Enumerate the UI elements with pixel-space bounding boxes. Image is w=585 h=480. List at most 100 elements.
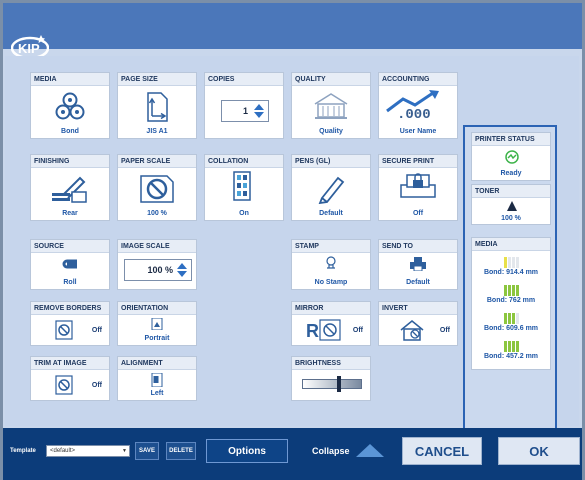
toner-value: 100 % <box>501 215 521 222</box>
media-title: MEDIA <box>31 73 109 86</box>
save-button[interactable]: SAVE <box>135 442 159 460</box>
secure-print-title: SECURE PRINT <box>379 155 457 168</box>
orientation-value: Portrait <box>144 335 170 342</box>
media-roll-label: Bond: 762 mm <box>486 297 536 304</box>
remove-borders-title: REMOVE BORDERS <box>31 302 109 315</box>
invert-title: INVERT <box>379 302 457 315</box>
image-scale-value: 100 % <box>147 265 173 275</box>
pens-card[interactable]: PENS (GL) Default <box>291 154 371 221</box>
quality-card[interactable]: QUALITY Quality <box>291 72 371 139</box>
accounting-card[interactable]: ACCOUNTING .000 User Name <box>378 72 458 139</box>
source-card[interactable]: SOURCE Roll <box>30 239 110 290</box>
no-borders-icon <box>55 320 73 340</box>
collapse-up-icon[interactable] <box>354 442 386 459</box>
level-bar <box>503 341 507 352</box>
ready-icon <box>505 150 519 164</box>
collation-card[interactable]: COLLATION On <box>204 154 284 221</box>
secure-printer-icon <box>400 173 436 198</box>
collapse-label[interactable]: Collapse <box>312 446 350 456</box>
app-header: KIP <box>3 3 582 59</box>
roll-icon <box>62 259 77 269</box>
brightness-slider[interactable] <box>302 376 362 392</box>
printer-status-title: PRINTER STATUS <box>472 133 550 146</box>
stepper-arrows-icon[interactable] <box>176 262 188 278</box>
level-bar <box>515 313 519 324</box>
page-size-value: JIS A1 <box>146 128 168 135</box>
media-roll-item: Bond: 762 mm <box>472 282 550 310</box>
mirror-icon: R <box>306 319 341 341</box>
orientation-card[interactable]: ORIENTATION Portrait <box>117 301 197 346</box>
svg-text:R: R <box>306 321 319 341</box>
template-label: Template <box>10 448 36 454</box>
printer-icon <box>410 257 426 271</box>
brightness-thumb[interactable] <box>337 376 341 392</box>
source-title: SOURCE <box>31 240 109 253</box>
stamp-value: No Stamp <box>314 279 348 286</box>
secure-print-card[interactable]: SECURE PRINT Off <box>378 154 458 221</box>
level-bar <box>503 285 507 296</box>
roll-level-bars <box>472 310 550 324</box>
delete-button[interactable]: DELETE <box>166 442 196 460</box>
copies-stepper[interactable]: 1 <box>221 100 269 122</box>
settings-area: MEDIA Bond PAGE SIZE JIS A1 COPIES 1 QUA… <box>5 56 579 465</box>
alignment-title: ALIGNMENT <box>118 357 196 370</box>
page-size-card[interactable]: PAGE SIZE JIS A1 <box>117 72 197 139</box>
brightness-title: BRIGHTNESS <box>292 357 370 370</box>
source-value: Roll <box>63 279 77 286</box>
toner-title: TONER <box>472 185 550 198</box>
media-roll-item: Bond: 914.4 mm <box>472 254 550 282</box>
level-bar <box>507 341 511 352</box>
roll-level-bars <box>472 338 550 352</box>
media-value: Bond <box>61 128 79 135</box>
printer-status-value: Ready <box>500 170 522 177</box>
finishing-card[interactable]: FINISHING Rear <box>30 154 110 221</box>
image-scale-input[interactable]: 100 % <box>124 259 192 281</box>
mirror-card[interactable]: MIRROR R Off <box>291 301 371 346</box>
stepper-arrows-icon[interactable] <box>253 103 265 119</box>
toner-card: TONER 100 % <box>471 184 551 225</box>
brightness-card[interactable]: BRIGHTNESS <box>291 356 371 401</box>
media-card[interactable]: MEDIA Bond <box>30 72 110 139</box>
toner-icon <box>507 201 517 211</box>
stamp-card[interactable]: STAMP No Stamp <box>291 239 371 290</box>
media-roll-label: Bond: 609.6 mm <box>483 325 539 332</box>
ok-button[interactable]: OK <box>498 437 580 465</box>
invert-card[interactable]: INVERT Off <box>378 301 458 346</box>
roll-level-bars <box>472 282 550 296</box>
paper-scale-value: 100 % <box>147 210 167 217</box>
copies-value: 1 <box>242 106 248 116</box>
level-bar <box>507 285 511 296</box>
footer-bar: Template <default> ▼ SAVE DELETE Options… <box>0 428 585 480</box>
level-bar <box>511 341 515 352</box>
finishing-value: Rear <box>62 210 78 217</box>
cancel-button[interactable]: CANCEL <box>402 437 482 465</box>
stamp-title: STAMP <box>292 240 370 253</box>
level-bar <box>503 313 507 324</box>
level-bar <box>507 313 511 324</box>
quality-title: QUALITY <box>292 73 370 86</box>
send-to-value: Default <box>406 279 430 286</box>
paper-scale-card[interactable]: PAPER SCALE 100 % <box>117 154 197 221</box>
quality-building-icon <box>314 93 348 119</box>
template-value: <default> <box>50 448 76 454</box>
pens-title: PENS (GL) <box>292 155 370 168</box>
image-scale-card[interactable]: IMAGE SCALE 100 % <box>117 239 197 290</box>
copies-title: COPIES <box>205 73 283 86</box>
template-select[interactable]: <default> ▼ <box>46 445 130 457</box>
send-to-card[interactable]: SEND TO Default <box>378 239 458 290</box>
level-bar <box>511 313 515 324</box>
no-scale-icon <box>140 175 174 203</box>
align-left-icon <box>151 373 163 387</box>
page-size-title: PAGE SIZE <box>118 73 196 86</box>
media-roll-item: Bond: 609.6 mm <box>472 310 550 338</box>
alignment-card[interactable]: ALIGNMENT Left <box>117 356 197 401</box>
remove-borders-card[interactable]: REMOVE BORDERS Off <box>30 301 110 346</box>
options-button[interactable]: Options <box>206 439 288 463</box>
collation-value: On <box>239 210 249 217</box>
invert-value: Off <box>439 327 450 334</box>
invert-house-icon <box>400 320 424 341</box>
finishing-icon <box>52 176 87 203</box>
copies-card[interactable]: COPIES 1 <box>204 72 284 139</box>
pen-icon <box>318 176 345 204</box>
trim-card[interactable]: TRIM AT IMAGE Off <box>30 356 110 401</box>
